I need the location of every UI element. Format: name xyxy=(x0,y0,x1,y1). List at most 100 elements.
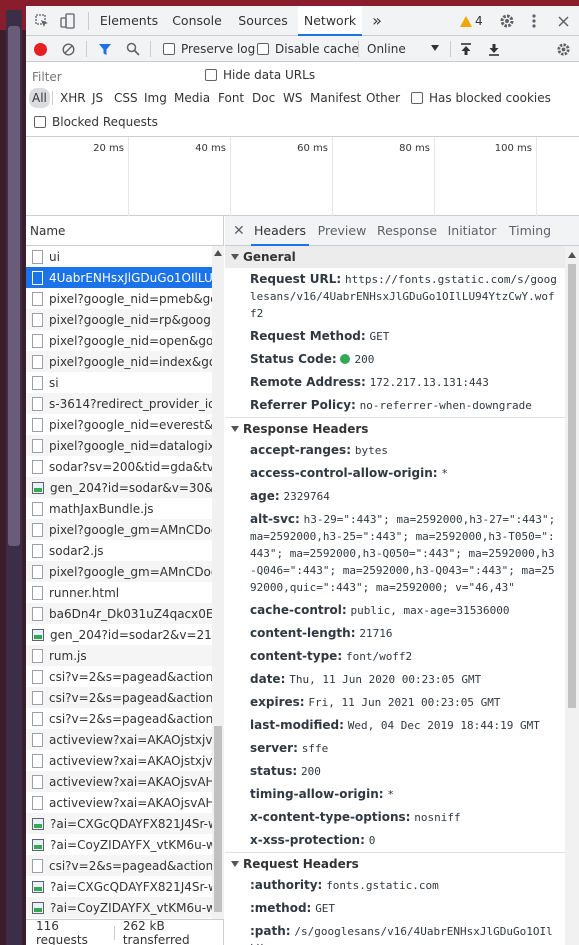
tab-sources[interactable]: Sources xyxy=(232,6,294,36)
request-row[interactable]: pixel?google_nid=open&goo xyxy=(26,330,212,351)
document-file-icon xyxy=(32,522,43,537)
device-toolbar-button[interactable] xyxy=(58,6,78,36)
request-name: csi?v=2&s=pagead&action=c xyxy=(49,711,212,726)
details-scrollbar[interactable] xyxy=(565,246,579,945)
filter-input[interactable] xyxy=(30,68,192,86)
type-filter-js[interactable]: JS xyxy=(89,88,106,108)
page-scrollbar[interactable] xyxy=(0,6,26,945)
more-tabs-button[interactable]: » xyxy=(366,6,388,36)
request-row[interactable]: sodar?sv=200&tid=gda&tv=r xyxy=(26,456,212,477)
request-row[interactable]: 4UabrENHsxJlGDuGo1OIlLU94 xyxy=(26,267,212,288)
request-row[interactable]: s-3614?redirect_provider_id= xyxy=(26,393,212,414)
timeline-overview[interactable]: 20 ms 40 ms 60 ms 80 ms 100 ms xyxy=(26,137,579,216)
request-row[interactable]: pixel?google_nid=pmeb&goo xyxy=(26,288,212,309)
request-row[interactable]: ?ai=CXGcQDAYFX821J4Sr-wb xyxy=(26,876,212,897)
blocked-requests-checkbox[interactable]: Blocked Requests xyxy=(34,112,158,132)
checkbox-box[interactable] xyxy=(163,43,175,55)
close-details-button[interactable]: ✕ xyxy=(233,216,245,246)
scroll-up-icon[interactable] xyxy=(568,252,576,258)
request-headers-section-header[interactable]: Request Headers xyxy=(225,852,565,874)
request-row[interactable]: ?ai=CXGcQDAYFX821J4Sr-wb xyxy=(26,813,212,834)
request-row[interactable]: gen_204?id=sodar&v=30&t= xyxy=(26,477,212,498)
import-har-button[interactable] xyxy=(460,36,472,62)
checkbox-box[interactable] xyxy=(205,69,217,81)
close-devtools-button[interactable] xyxy=(552,6,574,36)
name-column-header[interactable]: Name xyxy=(26,216,223,246)
type-filter-img[interactable]: Img xyxy=(141,88,170,108)
export-har-button[interactable] xyxy=(488,36,500,62)
scroll-thumb[interactable] xyxy=(568,264,576,708)
tab-initiator[interactable]: Initiator xyxy=(445,216,499,246)
request-row[interactable]: ?ai=CoyZIDAYFX_vtKM6u-waF xyxy=(26,897,212,918)
settings-button[interactable] xyxy=(496,6,518,36)
request-row[interactable]: pixel?google_gm=AMnCDoqi xyxy=(26,561,212,582)
filter-toggle-button[interactable] xyxy=(98,36,112,62)
type-filter-css[interactable]: CSS xyxy=(111,88,141,108)
request-row[interactable]: si xyxy=(26,372,212,393)
request-row[interactable]: gen_204?id=sodar2&v=210& xyxy=(26,624,212,645)
request-row[interactable]: pixel?google_nid=rp&google_ xyxy=(26,309,212,330)
tab-preview[interactable]: Preview xyxy=(315,216,369,246)
request-row[interactable]: pixel?google_nid=everest&go xyxy=(26,414,212,435)
scroll-up-icon[interactable] xyxy=(214,250,222,256)
preserve-log-checkbox[interactable]: Preserve log xyxy=(163,36,255,62)
checkbox-box[interactable] xyxy=(257,43,269,55)
request-row[interactable]: activeview?xai=AKAOjsvAHV9 xyxy=(26,771,212,792)
request-row[interactable]: pixel?google_gm=AMnCDoqi xyxy=(26,519,212,540)
tab-network[interactable]: Network xyxy=(298,6,362,36)
request-row[interactable]: activeview?xai=AKAOjsvAHV9 xyxy=(26,792,212,813)
request-row[interactable]: ?ai=CoyZIDAYFX_vtKM6u-waF xyxy=(26,834,212,855)
throttling-select[interactable]: Online xyxy=(367,36,439,62)
tab-elements[interactable]: Elements xyxy=(96,6,162,36)
request-row[interactable]: runner.html xyxy=(26,582,212,603)
header-name: x-content-type-options: xyxy=(250,810,411,824)
request-row[interactable]: ba6Dn4r_Dk031uZ4qacx0Eex xyxy=(26,603,212,624)
tab-console[interactable]: Console xyxy=(166,6,228,36)
request-row[interactable]: rum.js xyxy=(26,645,212,666)
header-value: GET xyxy=(369,330,390,343)
request-row[interactable]: activeview?xai=AKAOjstxjvgrG xyxy=(26,729,212,750)
request-row[interactable]: sodar2.js xyxy=(26,540,212,561)
request-row[interactable]: csi?v=2&s=pagead&action=c xyxy=(26,708,212,729)
type-filter-doc[interactable]: Doc xyxy=(249,88,278,108)
request-row[interactable]: csi?v=2&s=pagead&action=c xyxy=(26,666,212,687)
customize-menu-button[interactable] xyxy=(524,6,544,36)
search-button[interactable] xyxy=(126,36,140,62)
request-list[interactable]: ui 4UabrENHsxJlGDuGo1OIlLU94 pixel?google_… xyxy=(26,246,212,919)
checkbox-box[interactable] xyxy=(411,92,423,104)
type-filter-manifest[interactable]: Manifest xyxy=(307,88,364,108)
type-filter-other[interactable]: Other xyxy=(363,88,403,108)
inspect-element-button[interactable] xyxy=(32,6,52,36)
general-section-header[interactable]: General xyxy=(225,246,565,268)
type-filter-xhr[interactable]: XHR xyxy=(57,88,89,108)
tab-response[interactable]: Response xyxy=(375,216,439,246)
disable-cache-checkbox[interactable]: Disable cache xyxy=(257,36,359,62)
request-row[interactable]: ui xyxy=(26,246,212,267)
type-filter-ws[interactable]: WS xyxy=(280,88,305,108)
record-button[interactable] xyxy=(34,36,48,62)
request-row[interactable]: csi?v=2&s=pagead&action=c xyxy=(26,855,212,876)
clear-button[interactable] xyxy=(62,36,75,62)
type-filter-all[interactable]: All xyxy=(29,88,50,108)
request-name: pixel?google_nid=open&goo xyxy=(49,333,212,348)
request-row[interactable]: pixel?google_nid=index&goo xyxy=(26,351,212,372)
tab-timing[interactable]: Timing xyxy=(505,216,555,246)
scroll-thumb[interactable] xyxy=(214,726,222,912)
response-headers-section-header[interactable]: Response Headers xyxy=(225,417,565,439)
hide-data-urls-checkbox[interactable]: Hide data URLs xyxy=(205,65,315,85)
tab-headers[interactable]: Headers xyxy=(251,216,309,246)
request-list-scrollbar[interactable] xyxy=(212,246,224,919)
request-row[interactable]: pixel?google_nid=datalogix_d xyxy=(26,435,212,456)
request-name: activeview?xai=AKAOjsvAHV9 xyxy=(49,795,212,810)
has-blocked-cookies-checkbox[interactable]: Has blocked cookies xyxy=(411,88,551,108)
network-settings-button[interactable] xyxy=(556,36,571,62)
page-scroll-thumb[interactable] xyxy=(8,26,20,546)
request-row[interactable]: csi?v=2&s=pagead&action=c xyxy=(26,687,212,708)
type-filter-media[interactable]: Media xyxy=(171,88,213,108)
checkbox-box[interactable] xyxy=(34,116,46,128)
request-row[interactable]: mathJaxBundle.js xyxy=(26,498,212,519)
image-file-icon xyxy=(32,901,44,914)
warnings-counter[interactable]: 4 xyxy=(460,6,483,36)
request-row[interactable]: activeview?xai=AKAOjstxjvgrG xyxy=(26,750,212,771)
type-filter-font[interactable]: Font xyxy=(215,88,247,108)
